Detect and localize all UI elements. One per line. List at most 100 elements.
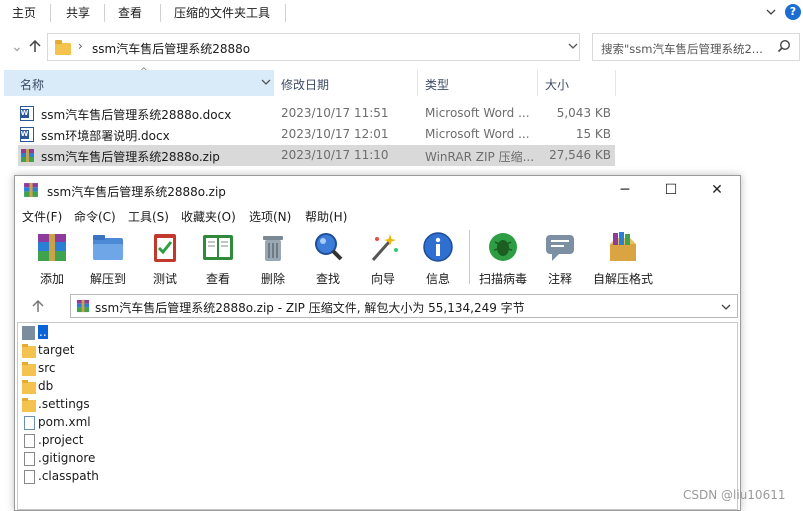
tab-home[interactable]: 主页 xyxy=(12,4,36,21)
list-item[interactable]: target xyxy=(20,342,320,360)
maximize-icon[interactable]: ☐ xyxy=(648,176,694,204)
file-icon xyxy=(24,434,35,448)
explorer-ribbon: 主页 共享 查看 压缩的文件夹工具 ? xyxy=(0,0,803,26)
list-item[interactable]: pom.xml xyxy=(20,414,320,432)
tab-share[interactable]: 共享 xyxy=(66,4,90,21)
list-item[interactable]: .gitignore xyxy=(20,450,320,468)
menu-file[interactable]: 文件(F) xyxy=(22,208,62,225)
magnifier-icon xyxy=(315,233,343,261)
column-header-date[interactable]: 修改日期 xyxy=(281,76,329,93)
column-divider[interactable] xyxy=(537,70,538,96)
column-header-type[interactable]: 类型 xyxy=(425,76,449,93)
address-bar[interactable]: › ssm汽车售后管理系统2888o xyxy=(47,33,616,61)
menu-options[interactable]: 选项(N) xyxy=(249,208,291,225)
toolbar-add-button[interactable]: 添加 xyxy=(34,230,70,287)
winrar-icon xyxy=(24,183,38,197)
file-date: 2023/10/17 12:01 xyxy=(281,127,389,141)
up-arrow-icon[interactable] xyxy=(28,39,42,53)
folder-icon xyxy=(22,380,36,394)
archive-path-text: ssm汽车售后管理系统2888o.zip - ZIP 压缩文件, 解包大小为 5… xyxy=(95,301,525,315)
file-row[interactable]: ssm汽车售后管理系统2888o.docx 2023/10/17 11:51 M… xyxy=(18,103,615,124)
file-date: 2023/10/17 11:51 xyxy=(281,106,389,120)
menu-favorites[interactable]: 收藏夹(O) xyxy=(181,208,236,225)
list-item[interactable]: .settings xyxy=(20,396,320,414)
archive-file-list[interactable]: .. target src db .settings pom.xml .proj… xyxy=(17,322,738,510)
parent-folder-icon xyxy=(22,326,35,340)
list-item-name: .classpath xyxy=(38,469,99,483)
file-row-selected[interactable]: ssm汽车售后管理系统2888o.zip 2023/10/17 11:10 Wi… xyxy=(18,145,615,166)
column-divider[interactable] xyxy=(615,70,616,96)
toolbar-wizard-button[interactable]: 向导 xyxy=(365,230,401,287)
search-icon[interactable] xyxy=(777,39,791,53)
up-level-arrow-icon[interactable] xyxy=(31,299,45,313)
menu-help[interactable]: 帮助(H) xyxy=(305,208,347,225)
list-item[interactable]: .project xyxy=(20,432,320,450)
ribbon-divider xyxy=(104,4,105,22)
path-dropdown-icon[interactable] xyxy=(721,302,731,312)
help-icon[interactable]: ? xyxy=(785,4,801,20)
toolbar-test-button[interactable]: 测试 xyxy=(147,230,183,287)
folder-icon xyxy=(22,362,36,376)
ribbon-expand-chevron-icon[interactable] xyxy=(765,6,777,18)
ribbon-divider xyxy=(160,4,161,22)
file-icon xyxy=(24,470,35,484)
add-archive-icon xyxy=(38,234,66,261)
list-item-name: .project xyxy=(38,433,84,447)
list-item[interactable]: .. xyxy=(20,324,320,342)
toolbar-sfx-button[interactable]: 自解压格式 xyxy=(593,230,653,287)
search-placeholder: 搜索"ssm汽车售后管理系统2... xyxy=(601,42,763,56)
menu-commands[interactable]: 命令(C) xyxy=(74,208,116,225)
menu-tools[interactable]: 工具(S) xyxy=(128,208,169,225)
tab-compressed-folder-tools[interactable]: 压缩的文件夹工具 xyxy=(174,4,270,21)
address-dropdown-icon[interactable] xyxy=(568,41,578,51)
file-size: 27,546 KB xyxy=(549,148,611,162)
tab-view[interactable]: 查看 xyxy=(118,4,142,21)
breadcrumb-chevron-icon[interactable]: › xyxy=(78,39,83,53)
list-item-name: .gitignore xyxy=(38,451,96,465)
winrar-toolbar: 添加 解压到 测试 查看 删除 查找 向导 信息 扫描病毒 注释 自解压格式 xyxy=(15,226,740,288)
ribbon-divider xyxy=(50,4,51,22)
column-divider[interactable] xyxy=(417,70,418,96)
column-header-row: ^ 名称 修改日期 类型 大小 xyxy=(0,67,803,96)
toolbar-scan-virus-button[interactable]: 扫描病毒 xyxy=(477,230,529,287)
column-dropdown-icon[interactable] xyxy=(261,77,271,87)
word-icon xyxy=(20,127,34,142)
file-name: ssm环境部署说明.docx xyxy=(41,129,170,143)
toolbar-find-button[interactable]: 查找 xyxy=(310,230,346,287)
list-item[interactable]: .classpath xyxy=(20,468,320,486)
list-item[interactable]: db xyxy=(20,378,320,396)
toolbar-comment-button[interactable]: 注释 xyxy=(542,230,578,287)
folder-icon xyxy=(22,398,36,412)
column-divider[interactable] xyxy=(273,70,274,96)
list-item-name: target xyxy=(38,343,75,357)
archive-path-combobox[interactable]: ssm汽车售后管理系统2888o.zip - ZIP 压缩文件, 解包大小为 5… xyxy=(70,294,738,318)
file-row[interactable]: ssm环境部署说明.docx 2023/10/17 12:01 Microsof… xyxy=(18,124,615,145)
column-header-size[interactable]: 大小 xyxy=(545,76,569,93)
winrar-icon xyxy=(76,299,90,313)
list-item-name: .settings xyxy=(38,397,90,411)
close-icon[interactable]: ✕ xyxy=(694,176,740,204)
toolbar-delete-button[interactable]: 删除 xyxy=(255,230,291,287)
toolbar-extract-button[interactable]: 解压到 xyxy=(88,230,128,287)
winrar-window: ssm汽车售后管理系统2888o.zip ─ ☐ ✕ 文件(F) 命令(C) 工… xyxy=(14,175,741,511)
toolbar-info-button[interactable]: 信息 xyxy=(420,230,456,287)
toolbar-view-button[interactable]: 查看 xyxy=(200,230,236,287)
file-name: ssm汽车售后管理系统2888o.docx xyxy=(41,108,232,122)
list-item-name: db xyxy=(38,379,54,393)
search-input[interactable]: 搜索"ssm汽车售后管理系统2... xyxy=(592,33,800,61)
minimize-icon[interactable]: ─ xyxy=(602,176,648,204)
file-name: ssm汽车售后管理系统2888o.zip xyxy=(41,150,220,164)
file-type: Microsoft Word ... xyxy=(425,127,530,141)
file-size: 15 KB xyxy=(575,127,611,141)
recent-locations-chevron-icon[interactable]: ⌄ xyxy=(11,39,23,55)
column-header-name[interactable]: 名称 xyxy=(20,76,44,93)
extract-folder-icon xyxy=(93,235,123,260)
toolbar-divider xyxy=(469,230,470,284)
view-book-icon xyxy=(203,235,233,260)
list-item-name: src xyxy=(38,361,56,375)
comment-icon xyxy=(546,235,574,261)
address-path[interactable]: ssm汽车售后管理系统2888o xyxy=(92,40,250,57)
file-date: 2023/10/17 11:10 xyxy=(281,148,389,162)
winrar-title-bar[interactable]: ssm汽车售后管理系统2888o.zip ─ ☐ ✕ xyxy=(15,176,740,204)
list-item[interactable]: src xyxy=(20,360,320,378)
